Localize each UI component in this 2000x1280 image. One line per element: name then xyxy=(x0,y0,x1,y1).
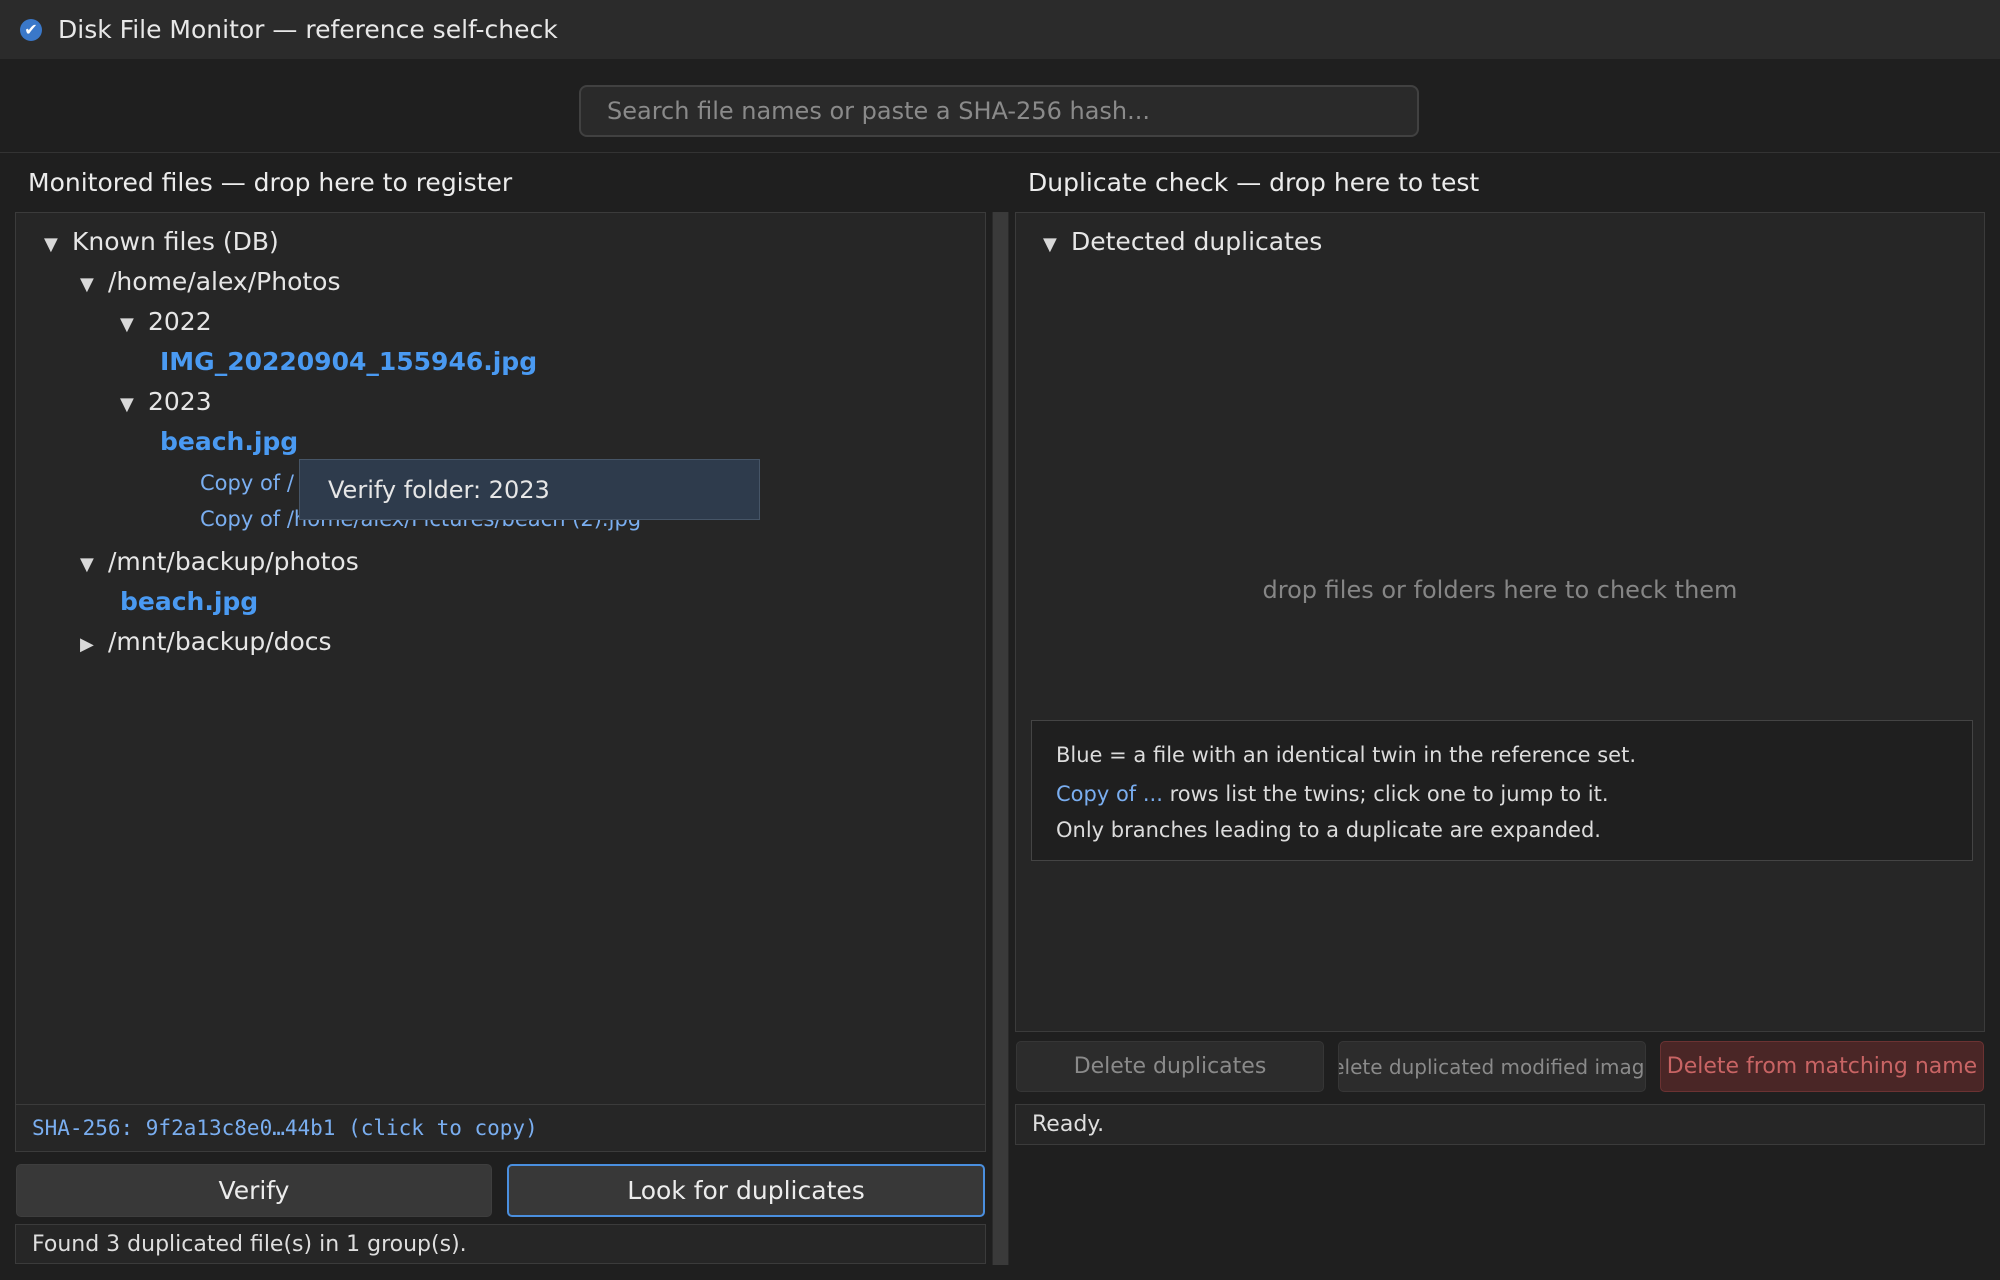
chevron-down-icon[interactable]: ▼ xyxy=(80,274,98,295)
duplicate-check-header: Duplicate check — drop here to test xyxy=(1028,168,1480,197)
tree-node-2022[interactable]: ▼ 2022 xyxy=(120,307,212,336)
legend-line-3: Only branches leading to a duplicate are… xyxy=(1056,818,1601,842)
tree-file-beach-backup[interactable]: beach.jpg xyxy=(120,587,258,616)
delete-modified-images-button[interactable]: Delete duplicated modified images xyxy=(1338,1041,1646,1092)
window-title: Disk File Monitor — reference self-check xyxy=(58,15,558,44)
tree-node-2023[interactable]: ▼ 2023 xyxy=(120,387,212,416)
chevron-down-icon[interactable]: ▼ xyxy=(44,234,62,255)
left-status-bar: Found 3 duplicated file(s) in 1 group(s)… xyxy=(15,1224,986,1264)
verify-button[interactable]: Verify xyxy=(16,1164,492,1217)
tree-node-detected-duplicates[interactable]: ▼ Detected duplicates xyxy=(1043,227,1322,256)
legend-copy-sample: Copy of ... xyxy=(1056,782,1163,806)
duplicate-check-tree[interactable] xyxy=(1015,212,1985,1032)
context-menu-item-label: Verify folder: 2023 xyxy=(328,475,550,504)
drop-hint: drop files or folders here to check them xyxy=(1262,576,1738,604)
search-input[interactable] xyxy=(579,85,1419,137)
tree-node-backup-photos[interactable]: ▼/mnt/backup/photos xyxy=(80,547,359,576)
context-menu-verify-folder[interactable]: Verify folder: 2023 xyxy=(299,459,760,520)
chevron-down-icon[interactable]: ▼ xyxy=(1043,234,1061,255)
panel-splitter[interactable] xyxy=(992,212,1009,1265)
check-icon: ✔ xyxy=(20,18,42,41)
monitored-files-header: Monitored files — drop here to register xyxy=(28,168,513,197)
tree-node-known-files[interactable]: ▼ Known files (DB) xyxy=(44,227,279,256)
legend-line-2: Copy of ... rows list the twins; click o… xyxy=(1056,782,1609,806)
delete-matching-name-button[interactable]: Delete from matching name xyxy=(1660,1041,1984,1092)
legend-box: Blue = a file with an identical twin in … xyxy=(1031,720,1973,861)
monitored-files-tree[interactable] xyxy=(15,212,986,1105)
chevron-down-icon[interactable]: ▼ xyxy=(120,394,138,415)
search-bar xyxy=(0,59,2000,153)
legend-line-1: Blue = a file with an identical twin in … xyxy=(1056,743,1636,767)
chevron-right-icon[interactable]: ▶ xyxy=(80,634,98,655)
hash-copy-bar[interactable]: SHA-256: 9f2a13c8e0…44b1 (click to copy) xyxy=(15,1104,986,1152)
tree-file-img-2022[interactable]: IMG_20220904_155946.jpg xyxy=(160,347,537,376)
chevron-down-icon[interactable]: ▼ xyxy=(120,314,138,335)
title-bar: ✔ Disk File Monitor — reference self-che… xyxy=(0,0,2000,59)
tree-node-photos-dir[interactable]: ▼/home/alex/Photos xyxy=(80,267,340,296)
look-for-duplicates-button[interactable]: Look for duplicates xyxy=(507,1164,985,1217)
right-status-bar: Ready. xyxy=(1015,1104,1985,1145)
delete-duplicates-button[interactable]: Delete duplicates xyxy=(1016,1041,1324,1092)
tree-file-beach-2023[interactable]: beach.jpg xyxy=(160,427,298,456)
chevron-down-icon[interactable]: ▼ xyxy=(80,554,98,575)
copy-link-1[interactable]: Copy of / xyxy=(200,471,294,495)
tree-node-backup-docs[interactable]: ▶/mnt/backup/docs xyxy=(80,627,332,656)
